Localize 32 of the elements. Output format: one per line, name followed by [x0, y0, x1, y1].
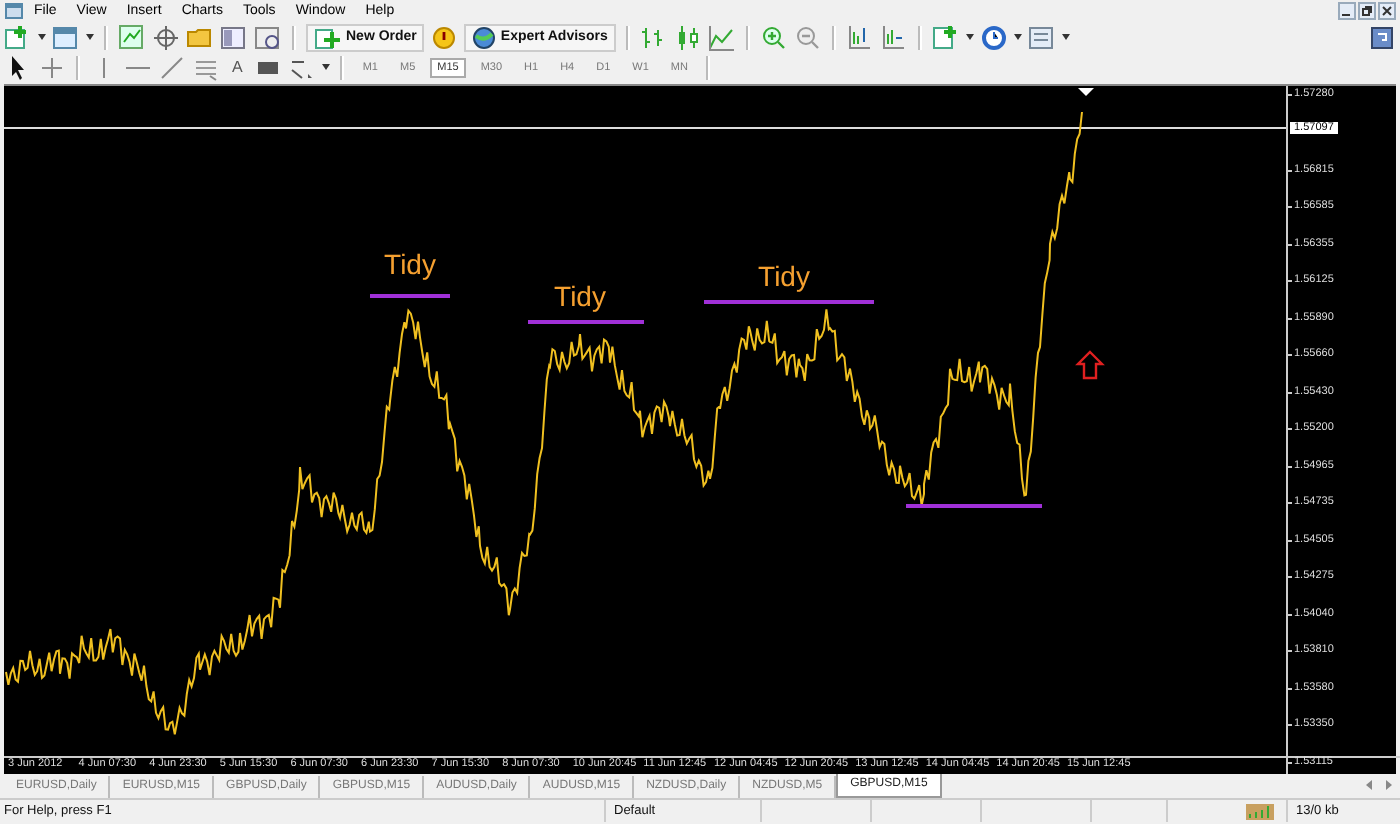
bar-chart-icon[interactable]	[639, 23, 668, 52]
trendline-icon[interactable]	[158, 53, 186, 82]
minimize-icon[interactable]	[1338, 1, 1356, 20]
candlestick-icon[interactable]	[673, 23, 702, 52]
globe-icon	[472, 25, 497, 50]
connection-bars-icon	[1246, 803, 1274, 820]
level-line	[528, 319, 644, 324]
zoom-in-icon[interactable]	[759, 23, 788, 52]
up-arrow-icon	[1075, 349, 1105, 379]
dropdown-arrow-icon[interactable]	[38, 34, 46, 41]
scroll-right-icon[interactable]	[1384, 780, 1392, 791]
order-icon	[314, 25, 342, 50]
dropdown-arrow-icon[interactable]	[322, 64, 331, 71]
level-line	[370, 293, 450, 298]
text-tool[interactable]: A	[226, 58, 249, 77]
dropdown-arrow-icon[interactable]	[86, 34, 94, 41]
line-chart-icon[interactable]	[707, 23, 736, 52]
support-line	[906, 503, 1042, 508]
crosshair-icon[interactable]	[152, 23, 180, 52]
dropdown-arrow-icon[interactable]	[965, 34, 974, 41]
dropdown-arrow-icon[interactable]	[1013, 34, 1022, 41]
app-icon[interactable]	[4, 1, 24, 20]
annotation-label: Tidy	[384, 247, 436, 280]
annotation-label: Tidy	[758, 259, 810, 292]
close-icon[interactable]	[1378, 1, 1396, 20]
annotation-label: Tidy	[554, 279, 606, 312]
dropdown-arrow-icon[interactable]	[1061, 34, 1070, 41]
zoom-out-icon[interactable]	[793, 23, 822, 52]
folder-icon[interactable]	[186, 23, 214, 52]
restore-icon[interactable]	[1358, 1, 1376, 20]
scroll-left-icon[interactable]	[1366, 780, 1374, 791]
clock-icon[interactable]	[979, 23, 1008, 52]
